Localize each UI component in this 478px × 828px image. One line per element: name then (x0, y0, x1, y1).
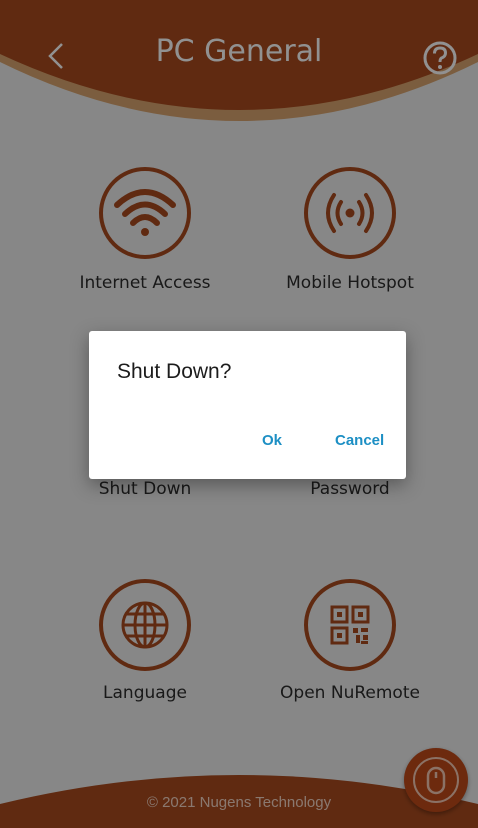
cancel-button[interactable]: Cancel (335, 432, 384, 449)
app-screen: PC General Internet Access Mobile Hotspo… (0, 0, 478, 828)
shut-down-dialog: Shut Down? (89, 331, 406, 479)
ok-button[interactable]: Ok (262, 432, 282, 449)
dialog-title: Shut Down? (117, 360, 232, 383)
